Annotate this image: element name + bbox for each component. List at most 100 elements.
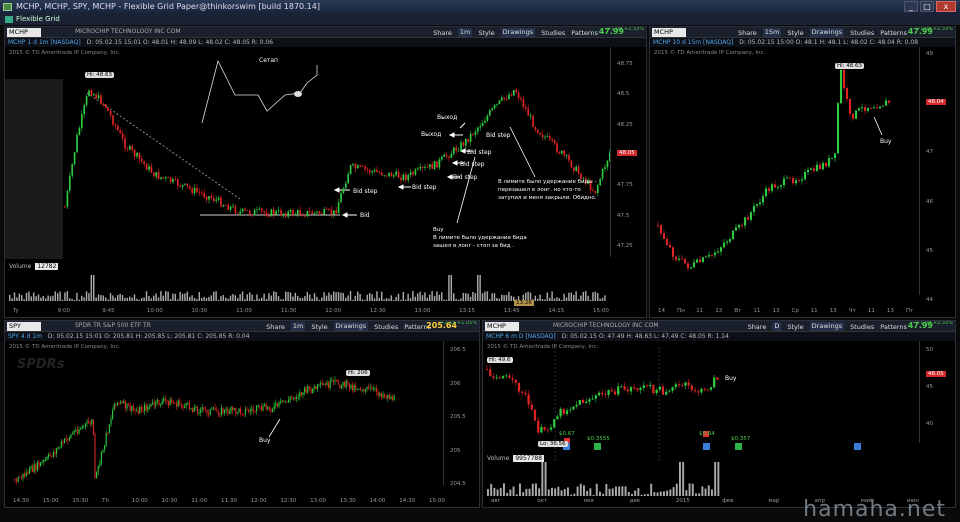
- volume-bar: [513, 486, 515, 496]
- volume-bar: [393, 300, 394, 301]
- candle: [67, 439, 68, 440]
- volume-bar: [499, 299, 500, 301]
- volume-bar: [583, 485, 585, 496]
- volume-bar: [223, 295, 224, 301]
- candle: [867, 108, 869, 111]
- volume-bar: [69, 298, 70, 301]
- volume-bar: [117, 295, 118, 301]
- candle: [200, 410, 201, 413]
- candle: [117, 402, 118, 405]
- candle: [237, 412, 238, 413]
- candle: [762, 196, 764, 202]
- candle: [125, 401, 126, 408]
- grid-tab[interactable]: Flexible Grid: [16, 15, 60, 23]
- volume-bar: [509, 490, 511, 496]
- candle: [130, 406, 131, 411]
- candle: [819, 165, 821, 169]
- candle: [197, 407, 198, 413]
- volume-bar: [127, 298, 128, 301]
- maximize-button[interactable]: □: [920, 1, 934, 12]
- candle: [230, 407, 231, 412]
- volume-bar: [38, 294, 39, 301]
- candle: [82, 427, 83, 429]
- volume-bar: [379, 298, 380, 301]
- candle: [756, 204, 758, 206]
- candle: [112, 411, 113, 419]
- candle: [261, 406, 262, 410]
- volume-bar: [647, 494, 649, 496]
- volume-bar: [261, 298, 262, 301]
- candle: [99, 463, 100, 466]
- volume-bar: [580, 296, 581, 301]
- candle: [150, 404, 151, 407]
- volume-bar: [232, 294, 233, 301]
- volume-bar: [472, 292, 473, 301]
- volume-bar: [184, 293, 185, 301]
- candle: [206, 410, 207, 413]
- volume-bar: [86, 291, 87, 301]
- volume-bar: [93, 275, 94, 301]
- candle: [274, 405, 275, 409]
- volume-bar: [653, 492, 655, 496]
- spy-chart-panel: SPY SPDR TR S&P 500 ETF TR Share 1m Styl…: [4, 320, 480, 508]
- price-chart[interactable]: [650, 27, 921, 318]
- volume-bar: [593, 495, 595, 496]
- volume-bar: [427, 298, 428, 301]
- candle: [80, 429, 81, 430]
- candle: [368, 387, 369, 388]
- x-tick-label: 12:00: [251, 498, 267, 504]
- x-tick-label: Чт: [849, 308, 856, 314]
- candle: [126, 404, 127, 409]
- candle: [110, 419, 111, 425]
- candles: [14, 376, 394, 484]
- volume-bar: [340, 293, 341, 301]
- candle: [139, 407, 140, 413]
- volume-bar: [287, 292, 288, 301]
- volume-bar: [493, 488, 495, 496]
- volume-bar: [628, 492, 630, 496]
- candle: [219, 414, 220, 415]
- candle: [795, 180, 797, 183]
- candle: [40, 462, 41, 466]
- candle: [96, 472, 97, 478]
- minimize-button[interactable]: _: [904, 1, 918, 12]
- candle: [392, 397, 393, 400]
- volume-bar: [367, 295, 368, 301]
- volume-bar: [506, 295, 507, 301]
- volume-bar: [405, 300, 406, 301]
- candle: [309, 386, 310, 388]
- candle: [21, 478, 22, 479]
- x-tick-label: 13:30: [340, 498, 356, 504]
- volume-bar: [124, 298, 125, 301]
- candle: [160, 405, 161, 406]
- candle: [825, 163, 827, 166]
- candle: [59, 447, 60, 448]
- candle: [18, 477, 19, 481]
- volume-bar: [597, 293, 598, 301]
- volume-bar: [88, 293, 89, 301]
- close-button[interactable]: x: [936, 1, 956, 12]
- candle: [684, 259, 686, 264]
- volume-bar: [410, 298, 411, 301]
- volume-bar: [566, 298, 567, 301]
- volume-bar: [701, 486, 703, 496]
- volume-bar: [589, 488, 591, 496]
- candle: [759, 203, 761, 205]
- volume-bar: [381, 292, 382, 301]
- volume-bar: [170, 299, 171, 301]
- x-tick-label: 11:00: [236, 308, 252, 314]
- volume-bar: [350, 291, 351, 301]
- candle: [304, 388, 305, 393]
- volume-bar: [609, 489, 611, 496]
- candle: [29, 468, 30, 474]
- candle: [158, 400, 159, 405]
- candle: [171, 400, 172, 403]
- volume-bar: [230, 296, 231, 301]
- candle: [118, 402, 119, 403]
- price-chart[interactable]: [5, 321, 445, 508]
- candle: [690, 267, 692, 268]
- volume-bar: [285, 292, 286, 301]
- candle: [296, 398, 297, 399]
- candle: [267, 407, 268, 409]
- volume-bar: [119, 294, 120, 301]
